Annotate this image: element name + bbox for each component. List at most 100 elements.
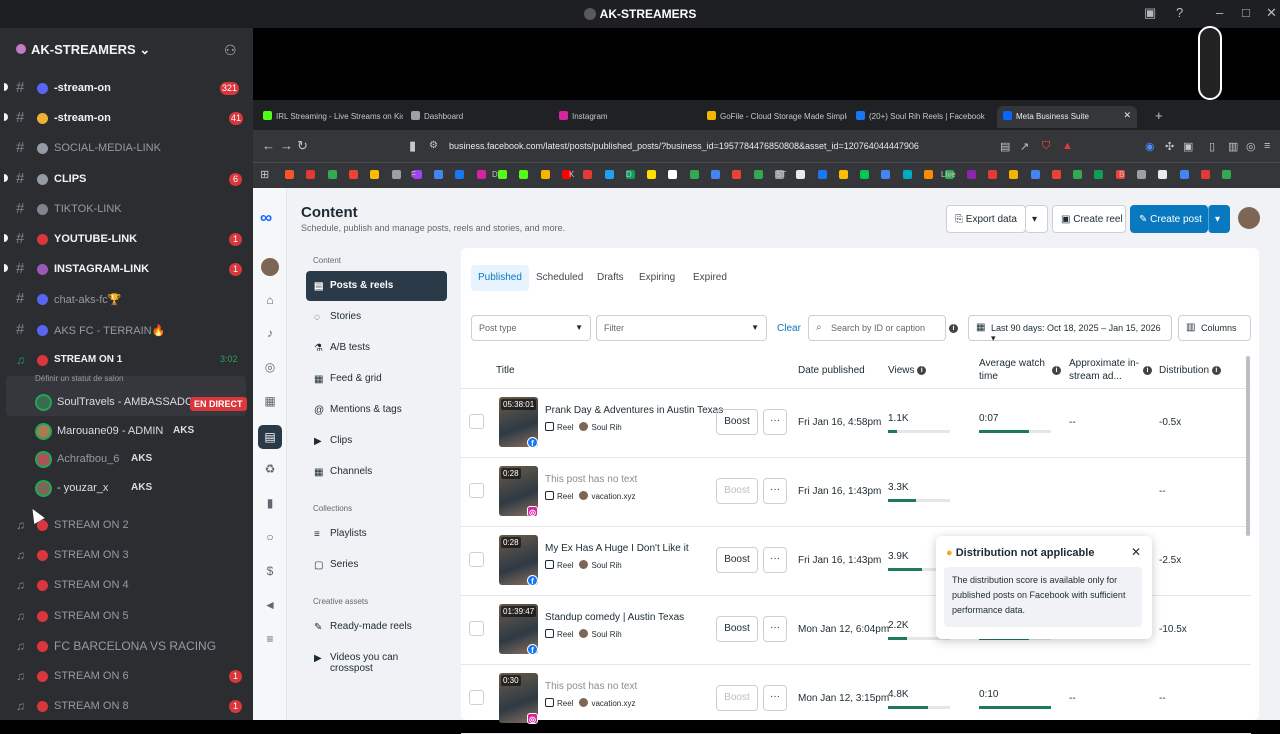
column-header-date[interactable]: Date published — [798, 364, 865, 377]
nav-item-playlists[interactable]: ≡ Playlists — [306, 519, 447, 549]
post-title[interactable]: Standup comedy | Austin Texas — [545, 612, 684, 623]
address-bar[interactable]: business.facebook.com/latest/posts/publi… — [449, 141, 919, 151]
site-info-icon[interactable]: ⚙ — [429, 140, 438, 151]
voice-user[interactable]: - youzar_x AKS — [30, 477, 245, 503]
column-header-views[interactable]: Views i — [888, 364, 927, 377]
campaigns-icon[interactable]: ◄ — [263, 598, 277, 612]
boost-button[interactable]: Boost — [716, 409, 758, 435]
column-header-instream[interactable]: Approximate in-stream ad... — [1069, 357, 1141, 383]
bookmark-icon[interactable] — [1200, 170, 1210, 181]
bookmark-icon[interactable] — [689, 170, 699, 181]
nav-item-a-b-tests[interactable]: ⚗ A/B tests — [306, 333, 447, 363]
bookmark-icon[interactable] — [966, 170, 976, 181]
home-icon[interactable]: ⌂ — [263, 293, 277, 307]
minimize-icon[interactable]: – — [1216, 5, 1223, 20]
table-row[interactable]: 0:28 ◎ This post has no text Reel vacation.x… — [461, 458, 1251, 527]
post-title[interactable]: My Ex Has A Huge I Don't Like it — [545, 543, 689, 554]
nav-item-feed-grid[interactable]: ▦ Feed & grid — [306, 364, 447, 394]
bookmark-icon[interactable]: ▮ — [409, 138, 416, 154]
browser-tab-2[interactable]: Instagram — [553, 106, 699, 128]
bookmark-label[interactable]: ST — [776, 170, 786, 179]
bookmark-label[interactable]: Live — [941, 170, 956, 179]
voice-status[interactable]: Définir un statut de salon — [35, 374, 124, 383]
messages-icon[interactable]: ○ — [263, 530, 277, 544]
browser-tab-1[interactable]: Dashboard — [405, 106, 551, 128]
nav-item-creative-0[interactable]: ✎ Ready-made reels — [306, 612, 447, 642]
browser-tab-3[interactable]: GoFile - Cloud Storage Made Simple — [701, 106, 847, 128]
rewards-icon[interactable]: ▲ — [1062, 140, 1073, 152]
bookmark-icon[interactable] — [285, 170, 294, 181]
channel-5[interactable]: # YOUTUBE-LINK 1 — [0, 226, 253, 254]
bookmark-icon[interactable] — [1009, 170, 1019, 181]
row-checkbox[interactable] — [469, 414, 484, 429]
voice-user[interactable]: Marouane09 - ADMIN AKS — [30, 420, 245, 446]
more-options-icon[interactable]: ··· — [763, 478, 787, 504]
close-icon[interactable]: ✕ — [1131, 545, 1141, 559]
tab-close-icon[interactable]: ✕ — [1123, 110, 1131, 121]
bookmark-icon[interactable] — [817, 170, 827, 181]
more-options-icon[interactable]: ··· — [763, 409, 787, 435]
nav-item-posts-reels[interactable]: ▤ Posts & reels — [306, 271, 447, 301]
sidebar-icon[interactable]: ▯ — [1209, 140, 1215, 153]
tab-scheduled[interactable]: Scheduled — [529, 265, 590, 291]
info-icon[interactable]: i — [949, 324, 958, 333]
more-options-icon[interactable]: ··· — [763, 685, 787, 711]
date-range-picker[interactable]: ▦ Last 90 days: Oct 18, 2025 – Jan 15, 20… — [968, 315, 1172, 343]
nav-item-creative-1[interactable]: ▶ Videos you can crosspost — [306, 643, 447, 674]
post-title[interactable]: This post has no text — [545, 474, 637, 485]
bookmark-icon[interactable] — [476, 170, 486, 181]
wallet-icon[interactable]: ▣ — [1183, 140, 1193, 153]
tab-drafts[interactable]: Drafts — [590, 265, 631, 291]
bookmark-icon[interactable] — [647, 170, 657, 181]
more-options-icon[interactable]: ··· — [763, 547, 787, 573]
bookmark-icon[interactable] — [306, 170, 316, 181]
create-reel-button[interactable]: ▣ Create reel — [1052, 205, 1126, 233]
row-checkbox[interactable] — [469, 621, 484, 636]
channel-2[interactable]: # SOCIAL-MEDIA-LINK — [0, 135, 253, 163]
column-header-distribution[interactable]: Distribution i — [1159, 364, 1221, 377]
channel-4[interactable]: # TIKTOK-LINK — [0, 196, 253, 224]
compass-icon[interactable]: ◎ — [263, 360, 277, 374]
bookmark-icon[interactable] — [987, 170, 997, 181]
bookmark-label[interactable]: D — [492, 170, 498, 179]
bookmark-icon[interactable] — [753, 170, 763, 181]
profile-avatar[interactable] — [1238, 207, 1260, 229]
bookmark-icon[interactable] — [881, 170, 891, 181]
bookmark-icon[interactable] — [838, 170, 848, 181]
bookmark-icon[interactable] — [796, 170, 806, 181]
bookmark-icon[interactable] — [348, 170, 358, 181]
brave-shield-icon[interactable]: ⛉ — [1042, 140, 1050, 153]
extension-icon[interactable]: ◉ — [1145, 140, 1155, 153]
create-post-dropdown[interactable]: ▾ — [1208, 205, 1230, 233]
extensions-puzzle-icon[interactable]: ✣ — [1165, 140, 1174, 153]
forward-icon[interactable]: → — [280, 138, 293, 153]
content-icon[interactable]: ▤ — [258, 425, 282, 449]
reload-icon[interactable]: ↻ — [297, 138, 308, 154]
bookmark-icon[interactable] — [668, 170, 678, 181]
bookmark-icon[interactable] — [498, 170, 507, 181]
bookmark-icon[interactable] — [1073, 170, 1083, 181]
boost-button[interactable]: Boost — [716, 547, 758, 573]
bookmark-icon[interactable] — [540, 170, 550, 181]
bookmark-label[interactable]: F — [411, 170, 416, 179]
columns-button[interactable]: ▥ Columns — [1178, 315, 1251, 341]
nav-item-clips[interactable]: ▶ Clips — [306, 426, 447, 456]
new-tab-icon[interactable]: + — [1149, 103, 1169, 125]
browser-tab-4[interactable]: (20+) Soul Rih Reels | Facebook — [850, 106, 996, 128]
notifications-icon[interactable]: ♪ — [263, 326, 277, 340]
browser-tab-0[interactable]: IRL Streaming - Live Streams on Kick — [257, 106, 403, 128]
filter-dropdown[interactable]: Filter ▼ — [596, 315, 767, 341]
clear-link[interactable]: Clear — [777, 323, 801, 334]
ads-icon[interactable]: ♻ — [263, 462, 277, 476]
voice-channel-4[interactable]: ♫ FC BARCELONA VS RACING — [0, 633, 253, 661]
voice-channel-1[interactable]: ♫ STREAM ON 3 — [0, 542, 253, 570]
share-icon[interactable]: ↗ — [1020, 140, 1029, 153]
column-header-watch-time[interactable]: Average watch time — [979, 357, 1049, 383]
bookmark-icon[interactable] — [455, 170, 465, 181]
nav-item-series[interactable]: ▢ Series — [306, 550, 447, 580]
bookmark-icon[interactable] — [1179, 170, 1189, 181]
bookmark-icon[interactable] — [327, 170, 337, 181]
bookmark-icon[interactable] — [434, 170, 444, 181]
bookmark-label[interactable]: K — [569, 170, 574, 179]
channel-3[interactable]: # CLIPS 6 — [0, 166, 253, 194]
